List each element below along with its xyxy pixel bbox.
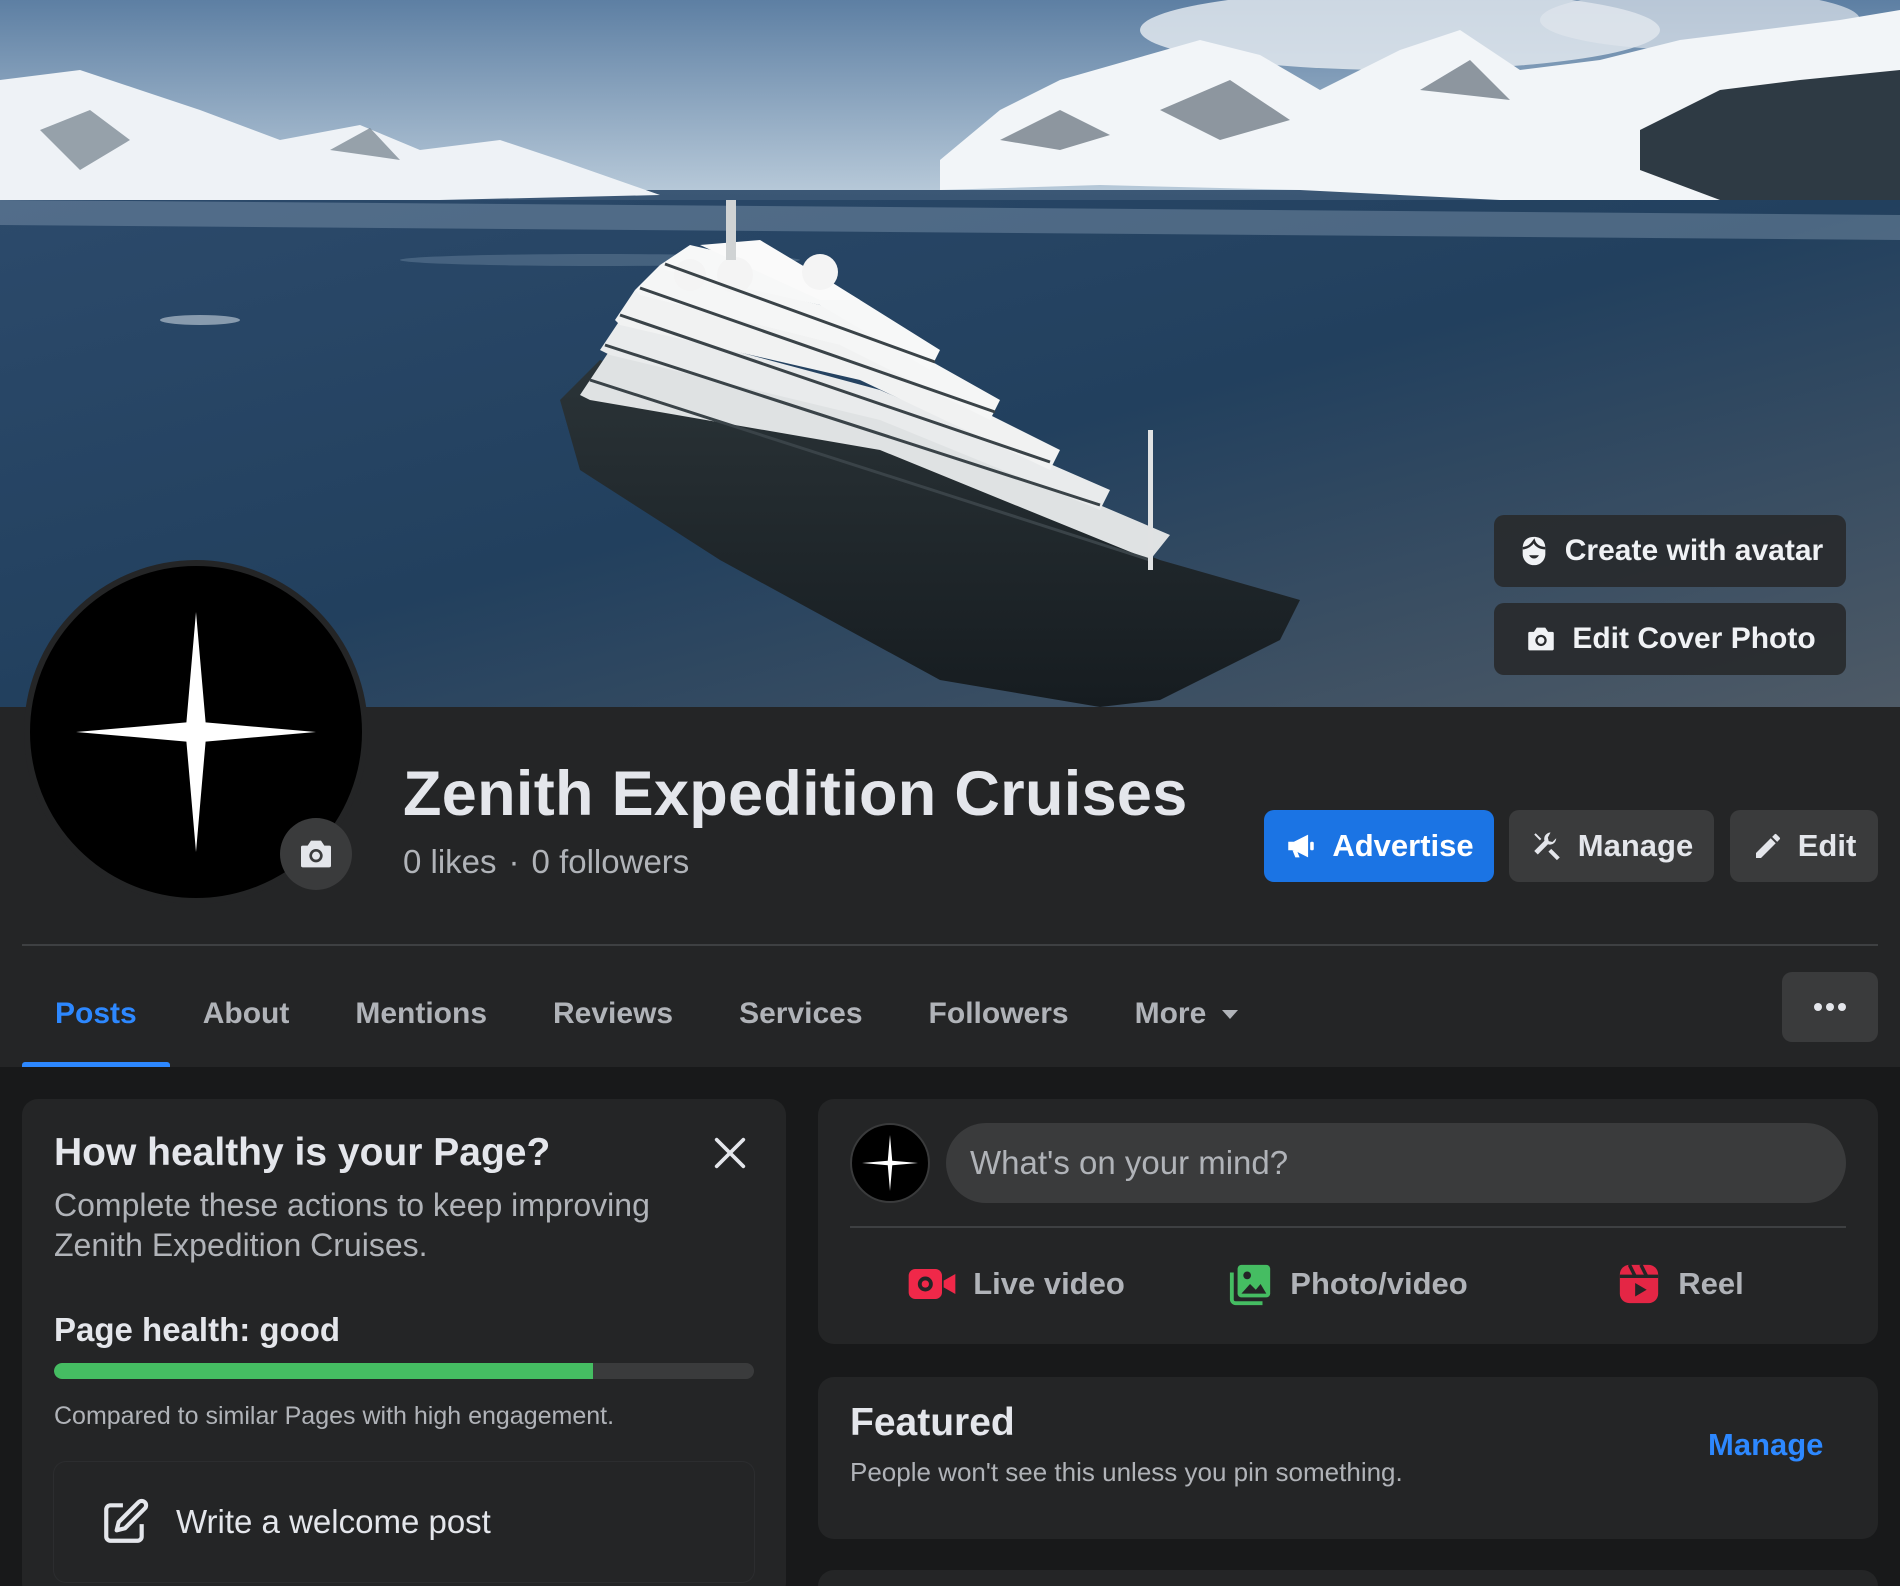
reel-icon — [1620, 1264, 1659, 1304]
edit-cover-photo-label: Edit Cover Photo — [1572, 622, 1816, 655]
health-status: Page health: good — [54, 1311, 341, 1348]
photo-icon — [1230, 1264, 1271, 1306]
page-stats: 0 likes · 0 followers — [403, 843, 689, 881]
featured-manage-link[interactable]: Manage — [1708, 1427, 1823, 1463]
manage-label: Manage — [1577, 828, 1694, 863]
tools-icon — [1534, 832, 1560, 861]
page-health-card: How healthy is your Page? Complete these… — [22, 1099, 786, 1586]
reel-label: Reel — [1678, 1266, 1744, 1301]
edit-button[interactable]: Edit — [1730, 810, 1878, 882]
likes-count[interactable]: 0 likes — [403, 843, 497, 881]
create-with-avatar-button[interactable]: Create with avatar — [1494, 515, 1846, 587]
health-progress-fill — [54, 1363, 593, 1379]
featured-description: People won't see this unless you pin som… — [850, 1457, 1403, 1487]
advertise-button[interactable]: Advertise — [1264, 810, 1494, 882]
edit-label: Edit — [1797, 828, 1857, 863]
avatar-face-icon — [1522, 536, 1546, 566]
camera-icon — [301, 840, 331, 868]
tab-label: Posts — [55, 996, 137, 1030]
photo-video-label: Photo/video — [1290, 1266, 1468, 1301]
megaphone-icon — [1288, 834, 1315, 858]
tab-label: Followers — [928, 996, 1069, 1030]
write-welcome-post-button[interactable]: Write a welcome post — [54, 1462, 754, 1582]
star-logo-icon — [76, 612, 316, 852]
star-logo-icon — [862, 1135, 918, 1191]
manage-button[interactable]: Manage — [1509, 810, 1714, 882]
create-with-avatar-label: Create with avatar — [1564, 534, 1824, 567]
edit-cover-photo-button[interactable]: Edit Cover Photo — [1494, 603, 1846, 675]
stats-separator: · — [508, 843, 520, 880]
health-description: Complete these actions to keep improving… — [54, 1187, 650, 1263]
update-profile-picture-button[interactable] — [280, 818, 352, 890]
tab-label: About — [202, 996, 290, 1030]
composer-avatar[interactable] — [850, 1123, 930, 1203]
camera-icon — [1528, 627, 1555, 651]
tab-posts[interactable]: Posts — [22, 960, 170, 1067]
health-progress-bar — [54, 1363, 754, 1379]
advertise-label: Advertise — [1332, 828, 1474, 863]
compose-icon — [104, 1498, 149, 1543]
photo-video-button[interactable]: Photo/video — [1182, 1239, 1514, 1329]
featured-card: Featured People won't see this unless yo… — [818, 1377, 1878, 1539]
header-divider — [22, 944, 1878, 946]
page-title: Zenith Expedition Cruises — [403, 759, 1188, 829]
tab-label: Reviews — [553, 996, 674, 1030]
featured-title: Featured — [850, 1401, 1015, 1444]
composer-actions: Live video Photo/video Reel — [850, 1239, 1846, 1329]
tab-about[interactable]: About — [170, 960, 323, 1067]
tab-more[interactable]: More — [1102, 960, 1274, 1067]
write-welcome-post-label: Write a welcome post — [176, 1503, 491, 1540]
tab-reviews[interactable]: Reviews — [520, 960, 706, 1067]
close-icon — [714, 1137, 746, 1169]
tab-mentions[interactable]: Mentions — [322, 960, 520, 1067]
followers-count[interactable]: 0 followers — [532, 843, 690, 881]
close-health-card-button[interactable] — [704, 1127, 756, 1179]
reel-button[interactable]: Reel — [1514, 1239, 1846, 1329]
whats-on-your-mind-input[interactable] — [946, 1123, 1846, 1203]
page-tabs: Posts About Mentions Reviews Services Fo… — [22, 960, 1273, 1067]
live-video-button[interactable]: Live video — [850, 1239, 1182, 1329]
health-compare-text: Compared to similar Pages with high enga… — [54, 1402, 615, 1430]
ellipsis-icon — [1814, 1003, 1846, 1011]
tab-label: Mentions — [355, 996, 488, 1030]
next-card — [818, 1570, 1878, 1586]
composer-divider — [850, 1226, 1846, 1228]
live-video-label: Live video — [973, 1266, 1125, 1301]
post-composer-card: Live video Photo/video Reel — [818, 1099, 1878, 1344]
live-video-icon — [908, 1269, 956, 1299]
caret-down-icon — [1222, 1009, 1239, 1019]
tab-services[interactable]: Services — [706, 960, 895, 1067]
tab-followers[interactable]: Followers — [896, 960, 1102, 1067]
health-title: How healthy is your Page? — [54, 1131, 551, 1174]
tab-label: More — [1134, 996, 1207, 1030]
tab-label: Services — [739, 996, 863, 1030]
pencil-icon — [1755, 833, 1780, 858]
more-options-button[interactable] — [1782, 972, 1878, 1042]
